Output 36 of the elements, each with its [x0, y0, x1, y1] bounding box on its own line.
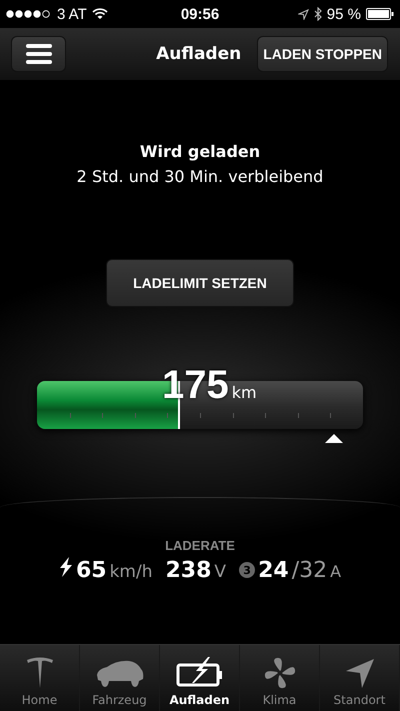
limit-marker-icon[interactable] [324, 434, 343, 443]
phase-count: 3 [239, 562, 256, 578]
set-limit-button[interactable]: LADELIMIT SETZEN [106, 259, 294, 307]
location-arrow-icon [298, 8, 309, 20]
tab[interactable]: Klima [240, 645, 320, 711]
wifi-icon [92, 8, 108, 20]
charging-status: Wird geladen [138, 142, 262, 161]
carrier-label: 3 AT [57, 6, 87, 22]
fan-icon [264, 657, 296, 689]
time-remaining: 2 Std. und 30 Min. verbleibend [76, 167, 324, 186]
tab[interactable]: Aufladen [160, 645, 240, 711]
speed-unit: km/h [110, 562, 152, 582]
menu-icon [26, 44, 52, 64]
current-value: 24 [258, 558, 289, 583]
battery-icon [366, 8, 394, 20]
speed-value: 65 [76, 558, 107, 583]
voltage-unit: V [214, 562, 226, 582]
lightning-icon [58, 557, 73, 577]
signal-icon [6, 10, 52, 18]
range-unit: km [232, 383, 257, 402]
tab[interactable]: Home [0, 645, 80, 711]
charge-rate-label: LADERATE [164, 538, 236, 553]
stop-charging-button[interactable]: LADEN STOPPEN [257, 36, 388, 72]
screen-title: Aufladen [156, 44, 242, 64]
clock: 09:56 [180, 6, 220, 22]
tab[interactable]: Fahrzeug [80, 645, 160, 711]
current-unit: A [330, 562, 342, 581]
charging-battery-icon [176, 657, 224, 689]
bluetooth-icon [314, 7, 322, 21]
menu-button[interactable] [11, 36, 66, 72]
tab[interactable]: Standort [320, 645, 400, 711]
range-value: 175 [162, 363, 229, 408]
current-max: /32 [292, 558, 328, 583]
voltage-value: 238 [165, 558, 212, 583]
battery-percent: 95 % [326, 6, 361, 22]
navigation-arrow-icon [344, 657, 374, 689]
